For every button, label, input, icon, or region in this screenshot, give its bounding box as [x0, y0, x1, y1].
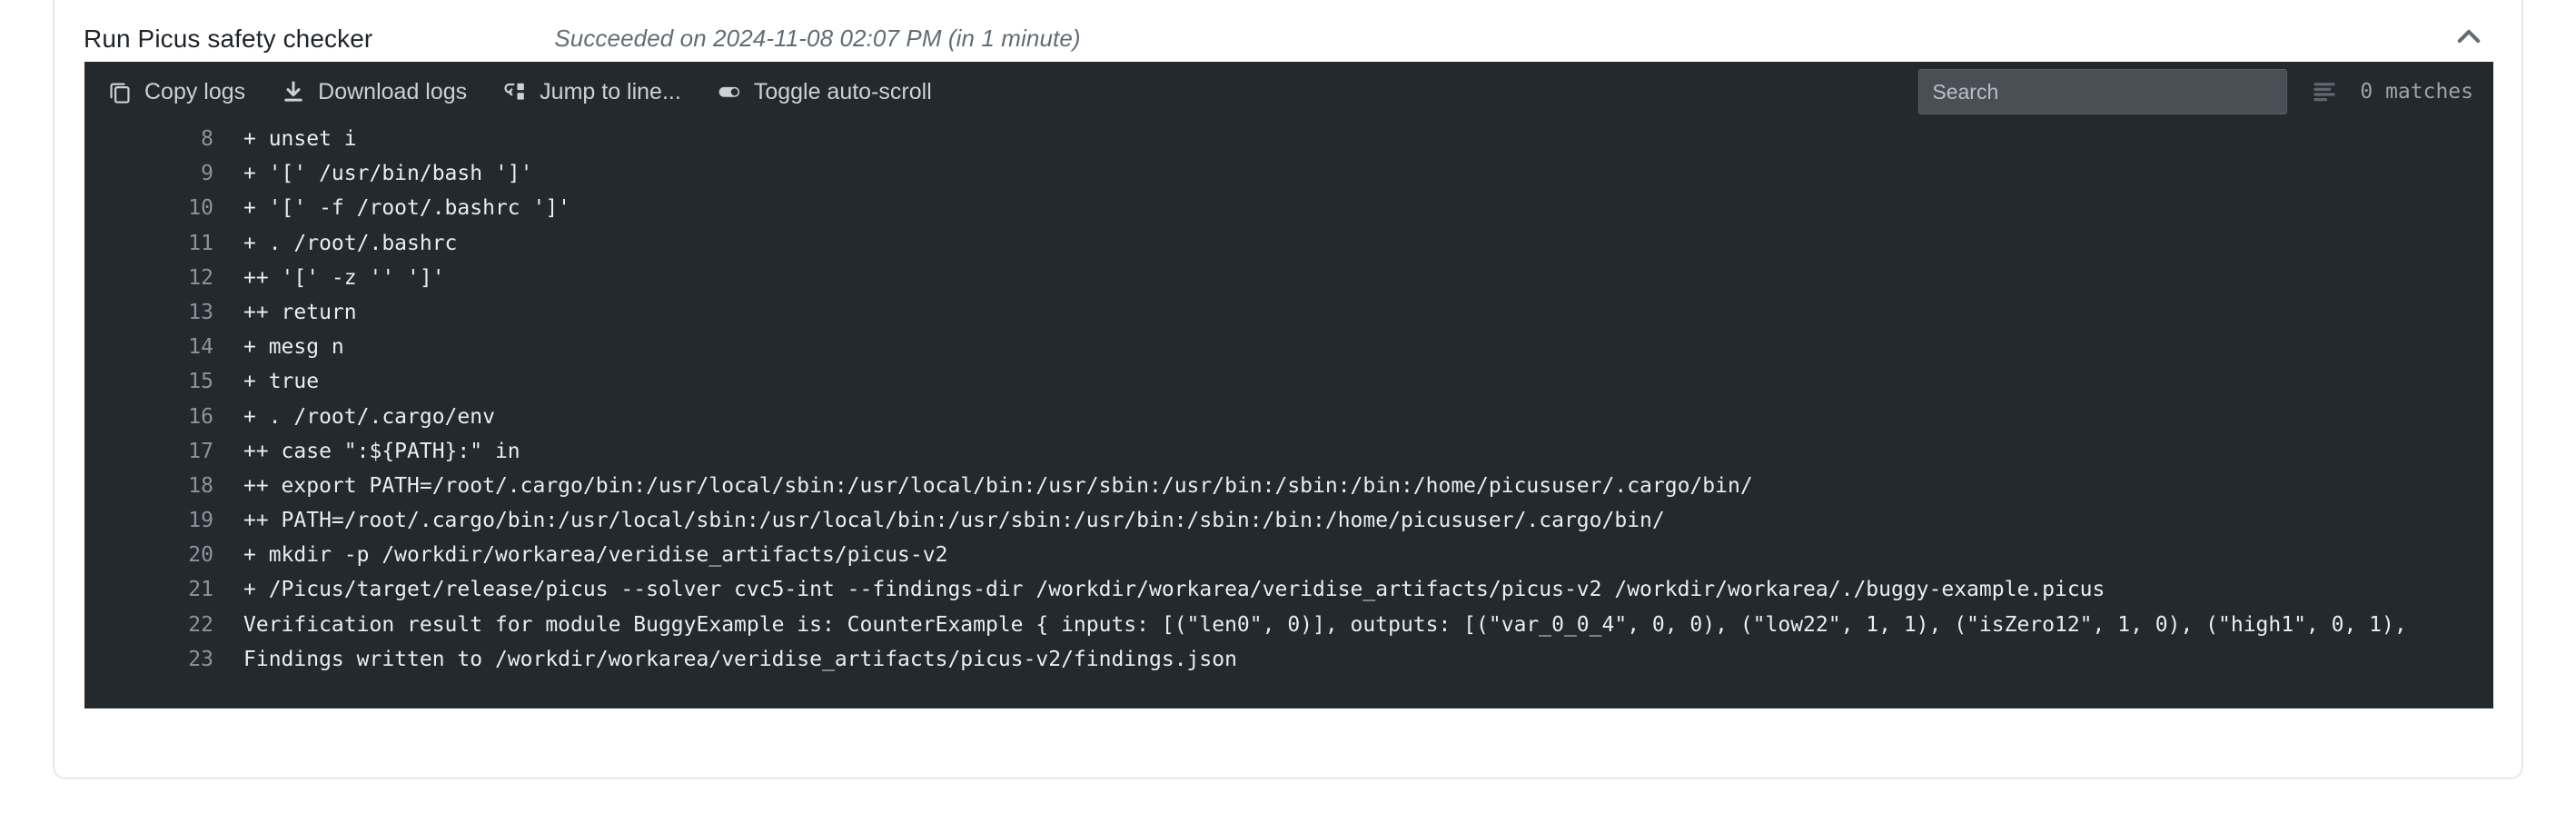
log-line: 10 + '[' -f /root/.bashrc ']'	[84, 191, 2493, 225]
page-title: Run Picus safety checker	[84, 24, 373, 53]
log-line-text: + '[' /usr/bin/bash ']'	[243, 162, 533, 186]
log-line-text: + '[' -f /root/.bashrc ']'	[243, 196, 571, 221]
download-logs-label: Download logs	[318, 78, 468, 104]
jump-to-line-label: Jump to line...	[540, 78, 681, 104]
log-line-text: ++ export PATH=/root/.cargo/bin:/usr/loc…	[243, 473, 1753, 498]
log-line-text: + unset i	[243, 127, 357, 151]
log-panel: Copy logs Download logs Jump to line... …	[84, 62, 2493, 708]
chevron-up-icon	[2453, 21, 2484, 56]
toggle-auto-scroll-button[interactable]: Toggle auto-scroll	[714, 74, 934, 109]
log-line-number: 14	[188, 335, 213, 360]
log-line: 8 + unset i	[84, 122, 2493, 156]
log-line-text: Findings written to /workdir/workarea/ve…	[243, 647, 1237, 671]
log-line-text: + mkdir -p /workdir/workarea/veridise_ar…	[243, 543, 948, 568]
log-line-text: + . /root/.bashrc	[243, 231, 458, 255]
log-line: 19 ++ PATH=/root/.cargo/bin:/usr/local/sb…	[84, 503, 2493, 538]
collapse-toggle-button[interactable]	[2445, 15, 2492, 63]
step-status-text: Succeeded on 2024-11-08 02:07 PM (in 1 m…	[554, 25, 1081, 52]
jump-to-line-button[interactable]: Jump to line...	[500, 74, 683, 109]
log-line-text: + /Picus/target/release/picus --solver c…	[243, 578, 2105, 602]
log-line-number: 18	[188, 473, 213, 498]
log-search-area: 0 matches	[1918, 69, 2493, 114]
log-line-text: + . /root/.cargo/env	[243, 404, 495, 429]
jump-to-line-icon	[501, 78, 529, 105]
log-line-text: ++ return	[243, 300, 357, 324]
log-line: 14 + mesg n	[84, 330, 2493, 364]
log-line-text: ++ case ":${PATH}:" in	[243, 439, 520, 463]
log-line: 17 ++ case ":${PATH}:" in	[84, 434, 2493, 469]
toggle-auto-scroll-label: Toggle auto-scroll	[753, 78, 932, 104]
log-line-number: 21	[188, 578, 213, 602]
toggle-switch-icon	[716, 78, 743, 105]
copy-logs-label: Copy logs	[144, 78, 246, 104]
log-line-number: 11	[188, 231, 213, 255]
log-line-number: 19	[188, 509, 213, 533]
log-line: 18 ++ export PATH=/root/.cargo/bin:/usr/l…	[84, 469, 2493, 503]
log-line-number: 8	[201, 127, 213, 151]
log-line-text: + true	[243, 370, 320, 394]
log-line: 12 ++ '[' -z '' ']'	[84, 261, 2493, 295]
copy-icon	[106, 78, 134, 105]
log-output[interactable]: 8 + unset i 9 + '[' /usr/bin/bash ']' 10 + '[…	[84, 122, 2493, 708]
log-line-text: + mesg n	[243, 335, 344, 360]
log-line-number: 20	[188, 543, 213, 568]
log-line-number: 9	[201, 162, 213, 186]
match-count-label: 0 matches	[2360, 80, 2473, 104]
log-line-text: ++ PATH=/root/.cargo/bin:/usr/local/sbin…	[243, 509, 1665, 533]
workflow-step-card: Run Picus safety checker Succeeded on 20…	[54, 0, 2522, 778]
log-line-number: 23	[188, 647, 213, 671]
log-line-number: 12	[188, 265, 213, 290]
log-line: 9 + '[' /usr/bin/bash ']'	[84, 156, 2493, 191]
download-logs-button[interactable]: Download logs	[278, 74, 469, 109]
page-root: Run Picus safety checker Succeeded on 20…	[0, 0, 2576, 832]
log-line-text: ++ '[' -z '' ']'	[243, 265, 445, 290]
log-line: 22 Verification result for module BuggyEx…	[84, 608, 2493, 642]
log-line: 15 + true	[84, 364, 2493, 399]
log-line: 21 + /Picus/target/release/picus --solver…	[84, 572, 2493, 607]
log-line: 20 + mkdir -p /workdir/workarea/veridise_…	[84, 538, 2493, 572]
download-icon	[280, 78, 307, 105]
filter-lines-icon[interactable]	[2309, 76, 2340, 107]
log-line-number: 16	[188, 404, 213, 429]
log-line-number: 17	[188, 439, 213, 463]
log-line: 13 ++ return	[84, 295, 2493, 330]
log-toolbar: Copy logs Download logs Jump to line... …	[84, 62, 2493, 122]
log-line-text: Verification result for module BuggyExam…	[243, 612, 2420, 637]
log-line: 11 + . /root/.bashrc	[84, 226, 2493, 261]
search-input[interactable]	[1918, 69, 2288, 114]
log-line-number: 13	[188, 300, 213, 324]
log-line: 16 + . /root/.cargo/env	[84, 400, 2493, 434]
log-line-number: 10	[188, 196, 213, 221]
log-line-number: 22	[188, 612, 213, 637]
log-line: 23 Findings written to /workdir/workarea/…	[84, 642, 2493, 677]
log-line-number: 15	[188, 370, 213, 394]
copy-logs-button[interactable]: Copy logs	[104, 74, 247, 109]
